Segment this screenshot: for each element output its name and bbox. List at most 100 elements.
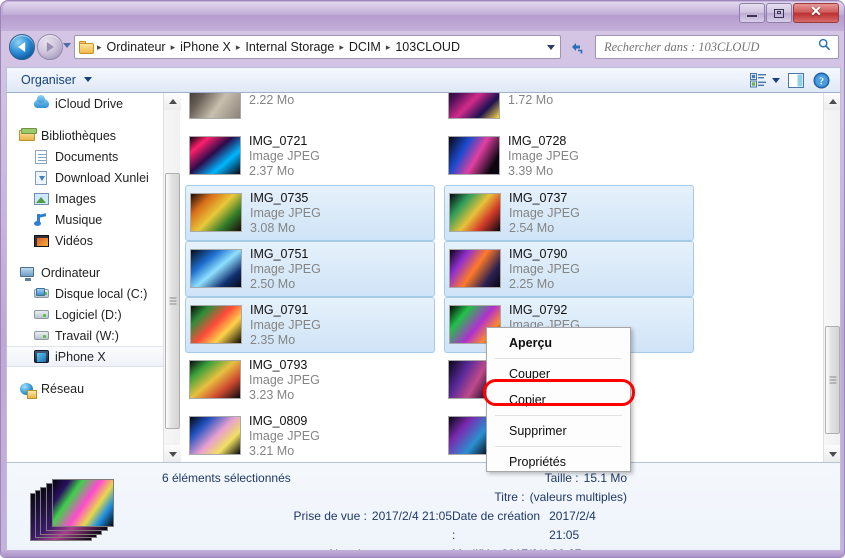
sidebar-item-vid-os[interactable]: Vidéos [7,230,180,251]
search-icon [818,38,831,56]
details-selection-summary: 6 éléments sélectionnés [157,469,452,488]
file-size: 3.23 Mo [249,388,295,402]
documents-icon [33,149,50,164]
file-tile-img_0737[interactable]: IMG_0737 Image JPEG 2.54 Mo [444,185,694,241]
chevron-down-icon[interactable] [547,44,555,50]
title-label: Titre : [494,490,525,504]
file-name: IMG_0751 [250,247,309,261]
scroll-up-button[interactable] [164,93,181,110]
sidebar-item-icloud-drive[interactable]: iCloud Drive [7,93,180,114]
scroll-down-button[interactable] [164,445,181,462]
breadcrumb-item-4[interactable]: 103CLOUD [391,39,464,55]
help-button[interactable]: ? [813,72,830,89]
organize-button[interactable]: Organiser [13,70,100,90]
breadcrumb-item-3[interactable]: DCIM [345,39,385,55]
file-type: Image JPEG [508,149,579,163]
folder-icon [79,40,94,54]
file-name: IMG_0735 [250,191,309,205]
sidebar-item-label: Ordinateur [41,265,101,280]
preview-pane-button[interactable] [788,72,805,88]
file-metadata: IMG_0737 Image JPEG 2.54 Mo [509,190,580,236]
svg-text:?: ? [819,76,824,87]
sidebar-item-travail-w[interactable]: Travail (W:) [7,325,180,346]
sidebar-item-label: Travail (W:) [55,328,119,343]
chevron-down-icon [84,77,93,82]
file-thumbnail [189,360,241,399]
file-size: 2.22 Mo [249,93,295,107]
details-pane: 6 éléments sélectionnés Taille : 15.1 Mo… [6,462,841,557]
sidebar-item-ordinateur[interactable]: Ordinateur [7,262,180,283]
details-thumbnail-stack [30,479,140,541]
file-tile-img_0790[interactable]: IMG_0790 Image JPEG 2.25 Mo [444,241,694,297]
file-name: IMG_0721 [249,134,308,148]
file-tile-img_0721[interactable]: IMG_0721 Image JPEG 2.37 Mo [185,129,435,185]
file-name: IMG_0790 [509,247,568,261]
context-menu-item-supprimer[interactable]: Supprimer [487,418,630,444]
arrow-left-icon [18,42,26,52]
file-list-scrollbar[interactable] [823,93,840,462]
details-properties: 6 éléments sélectionnés Taille : 15.1 Mo… [157,469,827,557]
file-metadata: IMG_0751 Image JPEG 2.50 Mo [250,246,321,292]
nav-group-spacer [7,114,180,125]
sidebar-item-musique[interactable]: Musique [7,209,180,230]
sidebar-item-label: iCloud Drive [55,96,124,111]
history-dropdown-icon[interactable] [63,43,71,48]
close-button[interactable]: ✕ [793,3,839,23]
sidebar-item-download-xunlei[interactable]: Download Xunlei [7,167,180,188]
breadcrumb-item-2[interactable]: Internal Storage [241,39,338,55]
navigation-pane-scrollbar[interactable] [163,93,181,462]
refresh-button[interactable] [566,37,586,57]
chevron-down-icon [772,77,780,83]
sidebar-item-documents[interactable]: Documents [7,146,180,167]
sidebar-item-label: iPhone X [55,349,106,364]
file-tile[interactable]: Image JPEG1.72 Mo [444,93,694,129]
context-menu[interactable]: Aperçu Couper Copier Supprimer Propriétés [486,327,631,472]
search-box[interactable] [595,35,839,59]
file-metadata: Image JPEG1.72 Mo [508,93,579,108]
file-tile-img_0728[interactable]: IMG_0728 Image JPEG 3.39 Mo [444,129,694,185]
scroll-up-button[interactable] [824,93,840,110]
phone-icon [33,349,50,364]
breadcrumb-item-1[interactable]: iPhone X [176,39,235,55]
file-tile-img_0809[interactable]: IMG_0809 Image JPEG 3.21 Mo [185,409,435,462]
change-view-button[interactable] [750,72,780,88]
sidebar-item-iphone-x[interactable]: iPhone X [7,346,180,367]
file-tile-img_0735[interactable]: IMG_0735 Image JPEG 3.08 Mo [185,185,435,241]
file-type: Image JPEG [249,373,320,387]
context-menu-item-couper[interactable]: Couper [487,361,630,387]
file-tile-img_0751[interactable]: IMG_0751 Image JPEG 2.50 Mo [185,241,435,297]
content-area: iCloud Drive Bibliothèques Documents Downlo… [6,93,841,462]
file-tile-img_0791[interactable]: IMG_0791 Image JPEG 2.35 Mo [185,297,435,353]
sidebar-item-logiciel-d[interactable]: Logiciel (D:) [7,304,180,325]
file-tile[interactable]: Image JPEG2.22 Mo [185,93,435,129]
back-button[interactable] [9,34,35,60]
minimize-icon [747,15,757,17]
sidebar-item-r-seau[interactable]: Réseau [7,378,180,399]
context-menu-item-copier[interactable]: Copier [487,387,630,413]
maximize-button[interactable] [766,3,792,23]
sidebar-item-disque-local-c[interactable]: Disque local (C:) [7,283,180,304]
context-menu-item-aper-u[interactable]: Aperçu [487,330,630,356]
nav-group-spacer [7,367,180,378]
file-size: 2.35 Mo [250,333,296,347]
breadcrumb[interactable]: ▸ Ordinateur ▸ iPhone X ▸ Internal Stora… [74,35,561,59]
file-tile-img_0793[interactable]: IMG_0793 Image JPEG 3.23 Mo [185,353,435,409]
file-size: 3.39 Mo [508,164,554,178]
file-thumbnail [190,249,242,288]
file-type: Image JPEG [250,318,321,332]
breadcrumb-item-0[interactable]: Ordinateur [103,39,170,55]
sidebar-item-label: Réseau [41,381,85,396]
scrollbar-thumb[interactable] [825,326,840,434]
scroll-down-button[interactable] [824,445,840,462]
sidebar-item-label: Musique [55,212,103,227]
forward-button[interactable] [37,34,63,60]
context-menu-separator [495,446,622,447]
sidebar-item-images[interactable]: Images [7,188,180,209]
sidebar-item-biblioth-ques[interactable]: Bibliothèques [7,125,180,146]
search-input[interactable] [604,39,814,55]
maximize-icon [774,8,784,18]
details-created-field: Date de création : 2017/2/4 21:05 [452,507,627,545]
context-menu-item-propri-t-s[interactable]: Propriétés [487,449,630,475]
minimize-button[interactable] [739,3,765,23]
scrollbar-thumb[interactable] [165,173,180,429]
